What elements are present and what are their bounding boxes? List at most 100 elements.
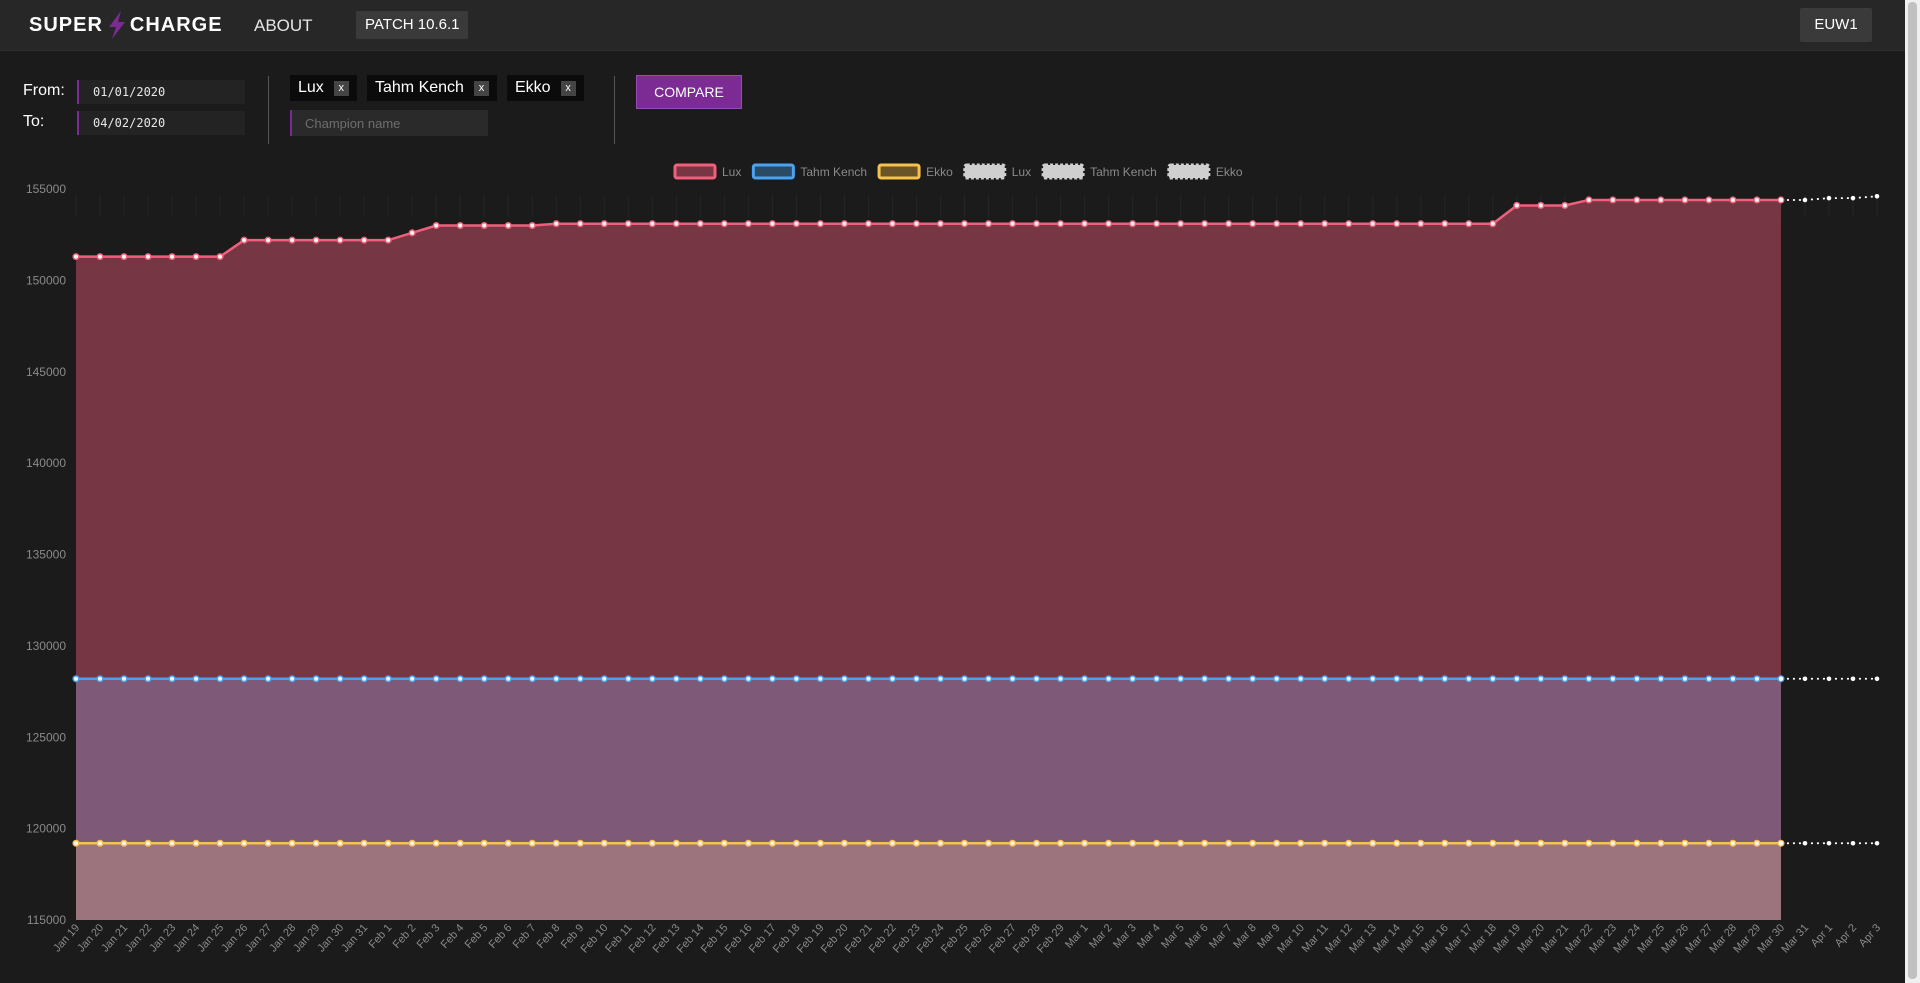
point-lux xyxy=(1729,196,1737,204)
point-lux xyxy=(1609,196,1617,204)
point-tahm-kench xyxy=(744,675,752,683)
point-ekko xyxy=(1225,839,1233,847)
region-selector[interactable]: EUW1 xyxy=(1800,8,1872,42)
point-ekko xyxy=(912,839,921,847)
point-lux xyxy=(792,220,800,228)
x-tick-label: Apr 3 xyxy=(1857,922,1884,950)
forecast-point-lux xyxy=(1778,197,1784,203)
point-lux xyxy=(864,220,872,228)
point-lux xyxy=(216,253,224,261)
point-tahm-kench xyxy=(984,675,993,683)
chart-legend: Lux Tahm Kench Ekko Lux Tahm Kench Ekko xyxy=(673,163,1243,180)
point-ekko xyxy=(1321,839,1329,847)
point-tahm-kench xyxy=(456,675,464,683)
point-ekko xyxy=(1273,839,1281,847)
x-tick-label: Mar 8 xyxy=(1231,922,1259,951)
point-ekko xyxy=(432,839,440,847)
point-tahm-kench xyxy=(552,675,560,683)
point-lux xyxy=(120,253,128,261)
point-ekko xyxy=(984,839,993,847)
point-lux xyxy=(1489,220,1497,228)
forecast-point-tahm-kench xyxy=(1826,676,1832,682)
point-tahm-kench xyxy=(264,675,272,683)
point-lux xyxy=(672,220,680,228)
from-date-field[interactable]: 01/01/2020 xyxy=(77,80,245,104)
point-ekko xyxy=(1105,839,1113,847)
supercharge-logo[interactable]: SUPER CHARGE xyxy=(29,11,223,39)
legend-swatch-tahm-kench xyxy=(751,163,795,180)
point-tahm-kench xyxy=(1465,675,1473,683)
legend-label-lux: Lux xyxy=(722,165,741,179)
close-x-icon[interactable]: x xyxy=(560,80,576,96)
point-lux xyxy=(264,236,272,244)
point-tahm-kench xyxy=(936,675,945,683)
close-x-icon[interactable]: x xyxy=(333,80,349,96)
point-tahm-kench xyxy=(888,675,897,683)
y-tick-label: 140000 xyxy=(26,456,66,470)
close-x-icon[interactable]: x xyxy=(473,80,489,96)
point-lux xyxy=(1321,220,1329,228)
point-tahm-kench xyxy=(624,675,632,683)
x-tick-label: Apr 2 xyxy=(1833,922,1860,950)
point-tahm-kench xyxy=(120,675,128,683)
point-ekko xyxy=(1393,839,1401,847)
y-tick-label: 150000 xyxy=(26,273,66,287)
point-tahm-kench xyxy=(816,675,824,683)
from-label: From: xyxy=(23,82,65,99)
point-lux xyxy=(648,220,656,228)
point-ekko xyxy=(168,839,176,847)
point-lux xyxy=(912,220,921,228)
about-link[interactable]: ABOUT xyxy=(254,16,313,36)
legend-swatch-ekko xyxy=(877,163,921,180)
point-lux xyxy=(1345,220,1353,228)
point-lux xyxy=(1705,196,1713,204)
point-lux xyxy=(1441,220,1449,228)
forecast-point-tahm-kench xyxy=(1874,676,1880,682)
to-label: To: xyxy=(23,113,45,130)
point-ekko xyxy=(1032,839,1041,847)
point-lux xyxy=(744,220,752,228)
legend-label-tahm-kench: Tahm Kench xyxy=(1090,165,1157,179)
point-tahm-kench xyxy=(1129,675,1137,683)
point-ekko xyxy=(648,839,656,847)
x-tick-label: Feb 8 xyxy=(535,922,563,951)
point-tahm-kench xyxy=(672,675,680,683)
forecast-point-lux xyxy=(1802,197,1808,203)
point-lux xyxy=(528,222,536,230)
point-ekko xyxy=(864,839,872,847)
point-lux xyxy=(1681,196,1689,204)
point-tahm-kench xyxy=(336,675,344,683)
x-tick-label: Mar 3 xyxy=(1111,922,1139,951)
point-tahm-kench xyxy=(1417,675,1425,683)
x-tick-label: Feb 2 xyxy=(391,922,419,951)
point-tahm-kench xyxy=(1753,675,1761,683)
champion-search-input[interactable] xyxy=(290,110,488,136)
patch-badge[interactable]: PATCH 10.6.1 xyxy=(356,11,469,39)
champion-chip-ekko: Ekko x xyxy=(507,75,584,101)
point-ekko xyxy=(576,839,584,847)
point-ekko xyxy=(1513,839,1521,847)
point-lux xyxy=(1273,220,1281,228)
compare-button[interactable]: COMPARE xyxy=(636,75,742,109)
divider xyxy=(268,76,269,144)
point-lux xyxy=(72,253,80,261)
point-tahm-kench xyxy=(144,675,152,683)
point-ekko xyxy=(1753,839,1761,847)
point-ekko xyxy=(72,839,80,847)
point-ekko xyxy=(696,839,704,847)
point-ekko xyxy=(840,839,848,847)
point-lux xyxy=(1008,220,1017,228)
point-ekko xyxy=(1681,839,1689,847)
x-tick-label: Feb 3 xyxy=(415,922,443,951)
x-tick-label: Mar 31 xyxy=(1779,922,1811,955)
point-tahm-kench xyxy=(1153,675,1161,683)
y-tick-label: 130000 xyxy=(26,639,66,653)
point-lux xyxy=(888,220,897,228)
forecast-point-tahm-kench xyxy=(1778,676,1784,682)
y-tick-label: 125000 xyxy=(26,730,66,744)
forecast-point-ekko xyxy=(1874,840,1880,846)
vertical-scrollbar[interactable] xyxy=(1905,0,1920,983)
scrollbar-thumb[interactable] xyxy=(1908,2,1917,979)
point-lux xyxy=(1417,220,1425,228)
to-date-field[interactable]: 04/02/2020 xyxy=(77,111,245,135)
